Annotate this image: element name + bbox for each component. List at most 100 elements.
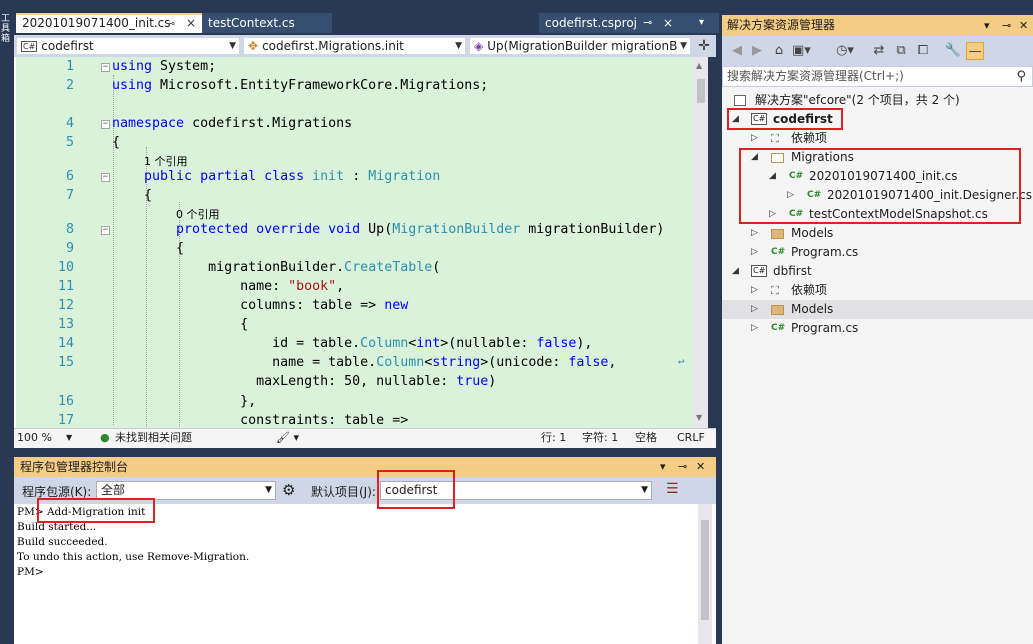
issues-status[interactable]: 未找到相关问题 bbox=[115, 429, 192, 447]
code-line: name = table.Column<string>(unicode: fal… bbox=[112, 355, 617, 370]
highlight-default-project bbox=[377, 470, 455, 509]
code-line: migrationBuilder.CreateTable( bbox=[112, 260, 441, 275]
collapsed-triangle-icon[interactable]: ▷ bbox=[751, 300, 758, 319]
collapsed-triangle-icon[interactable]: ▷ bbox=[751, 281, 758, 300]
brush-icon[interactable]: 🖌 ▾ bbox=[276, 429, 299, 447]
zoom-level[interactable]: 100 % bbox=[17, 429, 52, 447]
close-icon[interactable]: ✕ bbox=[696, 457, 705, 477]
pmc-title-bar: 程序包管理器控制台 ▾ ⊸ ✕ bbox=[14, 457, 716, 477]
home-icon[interactable]: ⌂ bbox=[770, 42, 788, 60]
tree-item-models-folder[interactable]: ▷ Models bbox=[722, 300, 1033, 319]
line-indicator: 行: 1 bbox=[541, 431, 567, 444]
tab-testcontext-cs[interactable]: testContext.cs bbox=[202, 13, 332, 33]
code-line: namespace codefirst.Migrations bbox=[112, 116, 353, 131]
pmc-vertical-scrollbar[interactable] bbox=[698, 504, 712, 644]
code-line: constraints: table => bbox=[112, 413, 409, 428]
tree-item-program-cs[interactable]: ▷ C# Program.cs bbox=[722, 243, 1033, 262]
tab-codefirst-csproj[interactable]: codefirst.csproj ⊸ × ▾ bbox=[539, 13, 719, 33]
member-dropdown[interactable]: ◈ Up(MigrationBuilder migrationB ▼ bbox=[469, 37, 691, 55]
project-dropdown[interactable]: C# codefirst ▼ bbox=[16, 37, 240, 55]
pending-changes-icon[interactable]: ◷▾ bbox=[836, 42, 854, 60]
collapse-all-icon[interactable]: ⧉ bbox=[892, 42, 910, 60]
properties-wrench-icon[interactable]: 🔧 bbox=[944, 42, 962, 60]
fold-toggle[interactable]: − bbox=[101, 63, 110, 72]
code-editor[interactable]: 1 2 4 5 6 7 8 9 10 11 12 13 14 15 16 17 … bbox=[16, 57, 694, 428]
solution-explorer-title: 解决方案资源管理器 bbox=[727, 18, 836, 32]
search-placeholder: 搜索解决方案资源管理器(Ctrl+;) bbox=[727, 69, 904, 83]
toolbox-label[interactable]: 工具箱 bbox=[1, 14, 13, 44]
folder-icon bbox=[771, 305, 784, 315]
line-number: 6 bbox=[65, 169, 74, 184]
pin-icon[interactable]: ⊸ bbox=[166, 15, 175, 32]
folder-icon bbox=[771, 229, 784, 239]
clear-console-icon[interactable]: ☰ bbox=[666, 481, 679, 497]
switch-views-icon[interactable]: ▣▾ bbox=[792, 42, 811, 60]
toolbox-strip[interactable]: 工具箱 bbox=[0, 0, 14, 644]
codelens-reference-count[interactable]: 1 个引用 bbox=[144, 153, 188, 169]
method-icon: ◈ bbox=[474, 39, 484, 53]
tab-label: testContext.cs bbox=[208, 16, 295, 30]
expanded-triangle-icon[interactable]: ◢ bbox=[732, 262, 739, 281]
fold-toggle[interactable]: − bbox=[101, 173, 110, 182]
close-icon[interactable]: ✕ bbox=[1019, 15, 1028, 36]
editor-vertical-scrollbar[interactable]: ▲ ▼ bbox=[694, 57, 708, 428]
tab-init-cs[interactable]: 20201019071400_init.cs ⊸ × bbox=[16, 13, 202, 33]
window-menu-icon[interactable]: ▾ bbox=[984, 15, 990, 36]
line-number: 2 bbox=[65, 78, 74, 93]
word-wrap-icon: ↩ bbox=[678, 355, 685, 368]
window-menu-icon[interactable]: ▾ bbox=[660, 457, 666, 477]
show-all-files-icon[interactable]: ⧠ bbox=[914, 42, 932, 60]
scrollbar-thumb[interactable] bbox=[701, 520, 709, 620]
close-icon[interactable]: × bbox=[186, 15, 196, 32]
back-icon[interactable]: ◀ bbox=[728, 42, 746, 60]
solution-explorer-title-bar: 解决方案资源管理器 ▾ ⊸ ✕ bbox=[722, 15, 1033, 36]
solution-explorer-toolbar: ◀ ▶ ⌂ ▣▾ ◷▾ ⇄ ⧉ ⧠ 🔧 — bbox=[722, 36, 1033, 66]
class-dropdown[interactable]: ✥ codefirst.Migrations.init ▼ bbox=[243, 37, 466, 55]
line-number: 14 bbox=[57, 336, 74, 351]
close-icon[interactable]: × bbox=[663, 13, 673, 33]
codelens-reference-count[interactable]: 0 个引用 bbox=[176, 206, 220, 222]
code-line: name: "book", bbox=[112, 279, 345, 294]
search-icon[interactable]: ⚲ bbox=[1016, 67, 1026, 86]
collapsed-triangle-icon[interactable]: ▷ bbox=[751, 224, 758, 243]
preview-selected-icon[interactable]: — bbox=[966, 42, 984, 60]
pin-icon[interactable]: ⊸ bbox=[678, 457, 687, 477]
forward-icon[interactable]: ▶ bbox=[748, 42, 766, 60]
scroll-down-icon[interactable]: ▼ bbox=[696, 413, 702, 422]
project-dropdown-value: codefirst bbox=[41, 39, 94, 53]
member-dropdown-value: Up(MigrationBuilder migrationB bbox=[487, 39, 678, 53]
pin-icon[interactable]: ⊸ bbox=[1002, 15, 1011, 36]
collapsed-triangle-icon[interactable]: ▷ bbox=[751, 243, 758, 262]
highlight-migrations-folder bbox=[739, 148, 1021, 224]
tree-item-dbfirst[interactable]: ◢ C# dbfirst bbox=[722, 262, 1033, 281]
code-line: id = table.Column<int>(nullable: false), bbox=[112, 336, 593, 351]
tab-overflow-dropdown-icon[interactable]: ▾ bbox=[699, 13, 704, 33]
line-ending[interactable]: CRLF bbox=[677, 429, 705, 447]
fold-toggle[interactable]: − bbox=[101, 120, 110, 129]
tree-item-dependencies[interactable]: ▷ ⛶ 依赖项 bbox=[722, 129, 1033, 148]
pin-icon[interactable]: ⊸ bbox=[643, 13, 652, 33]
chevron-down-icon[interactable]: ▼ bbox=[66, 429, 72, 447]
chevron-down-icon: ▼ bbox=[265, 485, 272, 495]
line-number: 13 bbox=[57, 317, 74, 332]
scrollbar-thumb[interactable] bbox=[697, 79, 705, 103]
settings-gear-icon[interactable]: ⚙ bbox=[282, 481, 295, 499]
collapsed-triangle-icon[interactable]: ▷ bbox=[751, 319, 758, 338]
scroll-up-icon[interactable]: ▲ bbox=[696, 61, 702, 70]
whitespace-mode[interactable]: 空格 bbox=[635, 429, 657, 447]
solution-explorer-search-input[interactable]: 搜索解决方案资源管理器(Ctrl+;) ⚲ bbox=[722, 66, 1033, 87]
tree-item-program-cs[interactable]: ▷ C# Program.cs bbox=[722, 319, 1033, 338]
sync-icon[interactable]: ⇄ bbox=[870, 42, 888, 60]
fold-toggle[interactable]: − bbox=[101, 226, 110, 235]
split-editor-icon[interactable]: ✛ bbox=[696, 38, 712, 54]
line-number: 7 bbox=[65, 188, 74, 203]
code-line: { bbox=[112, 317, 249, 332]
tree-item-dependencies[interactable]: ▷ ⛶ 依赖项 bbox=[722, 281, 1033, 300]
code-line: using System; bbox=[112, 59, 217, 74]
pmc-output[interactable]: PM> Add-Migration init Build started... … bbox=[14, 504, 716, 644]
code-line: { bbox=[112, 188, 153, 203]
default-project-label: 默认项目(J): bbox=[311, 485, 376, 499]
console-line: Build succeeded. bbox=[17, 536, 108, 548]
tree-item-models-folder[interactable]: ▷ Models bbox=[722, 224, 1033, 243]
collapsed-triangle-icon[interactable]: ▷ bbox=[751, 129, 758, 148]
